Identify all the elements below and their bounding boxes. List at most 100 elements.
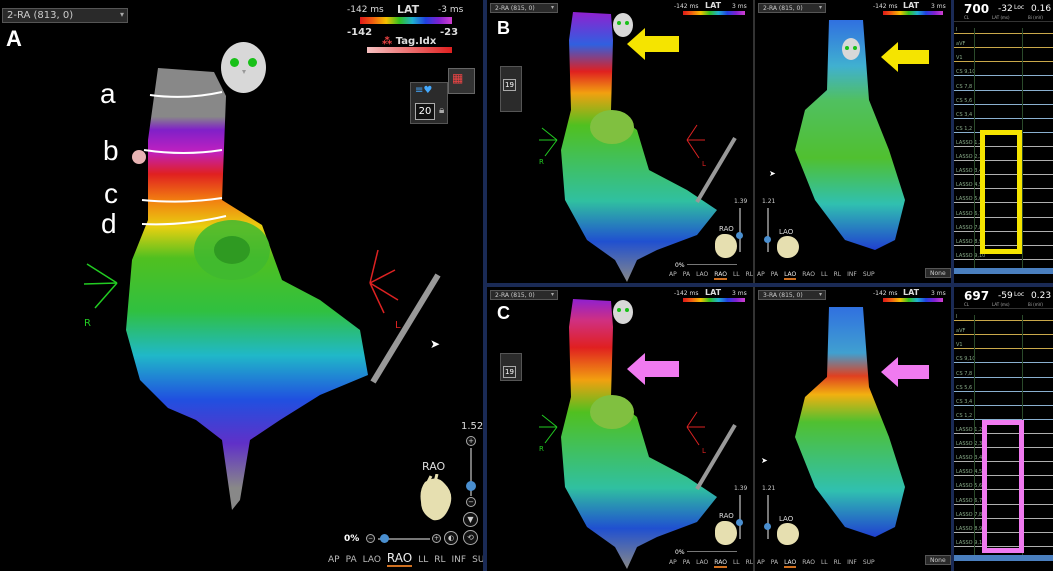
- zoom-value: 1.21: [762, 198, 776, 205]
- view-ll[interactable]: LL: [733, 271, 740, 278]
- egm-channel-label: LASSO 6,7: [956, 497, 983, 504]
- right-atrium-surface: [126, 68, 368, 510]
- mouse-cursor-icon: ➤: [761, 456, 768, 465]
- view-rao[interactable]: RAO: [714, 271, 727, 280]
- view-lao[interactable]: LAO: [784, 559, 797, 568]
- view-rl[interactable]: RL: [746, 559, 753, 566]
- view-pa[interactable]: PA: [683, 559, 690, 566]
- zoom-slider-track[interactable]: [739, 495, 741, 539]
- opacity-decrease-button[interactable]: −: [366, 534, 375, 543]
- egm-channel-label: LASSO 8,9: [956, 525, 983, 532]
- egm-channel-label: LASSO 2,3: [956, 154, 983, 161]
- panel-b-rao-map: 2-RA (815, 0) ▾ B -142 ms LAT 3 ms 19 R L…: [487, 0, 753, 283]
- view-rl[interactable]: RL: [834, 271, 842, 278]
- view-lao[interactable]: LAO: [363, 555, 381, 565]
- highlight-box-yellow: [980, 130, 1022, 254]
- none-label: None: [930, 270, 946, 277]
- view-lao[interactable]: LAO: [696, 559, 708, 566]
- egm-trace: [954, 376, 1053, 378]
- opacity-increase-button[interactable]: +: [432, 534, 441, 543]
- none-dropdown[interactable]: None: [925, 268, 951, 278]
- opacity-slider-track[interactable]: [687, 264, 737, 265]
- axis-r-glyph: [539, 414, 558, 444]
- egm-trace: [954, 117, 1053, 119]
- opacity-slider-track[interactable]: [687, 551, 737, 552]
- view-ll[interactable]: LL: [418, 555, 428, 565]
- view-rao[interactable]: RAO: [802, 559, 815, 566]
- view-pa[interactable]: PA: [683, 271, 690, 278]
- view-ll[interactable]: LL: [733, 559, 740, 566]
- view-ap[interactable]: AP: [328, 555, 340, 565]
- egm-header: 697 -59 Loc 0.23 CL LAT (ms) Bi (mV): [954, 287, 1053, 309]
- view-rao[interactable]: RAO: [714, 559, 727, 568]
- view-sup[interactable]: SUP: [863, 559, 875, 566]
- view-inf[interactable]: INF: [847, 271, 857, 278]
- opacity-slider-handle[interactable]: [380, 534, 389, 543]
- view-lao[interactable]: LAO: [784, 271, 797, 280]
- view-rl[interactable]: RL: [434, 555, 445, 565]
- rotate-down-button[interactable]: ▼: [463, 512, 478, 527]
- egm-channel-label: LASSO 9,10: [956, 539, 986, 546]
- zoom-slider-track[interactable]: [767, 208, 769, 252]
- view-ap[interactable]: AP: [669, 271, 677, 278]
- opacity-value: 0%: [675, 262, 685, 269]
- view-sup[interactable]: SUP: [863, 271, 875, 278]
- egm-trace: [954, 390, 1053, 392]
- mouse-cursor-icon: ➤: [769, 169, 776, 178]
- egm-channel-label: CS 5,6: [956, 97, 973, 104]
- egm-channel-label: LASSO 3,4: [956, 168, 983, 175]
- view-rao[interactable]: RAO: [386, 551, 413, 567]
- view-ll[interactable]: LL: [821, 559, 828, 566]
- zoom-slider-handle[interactable]: [466, 481, 476, 491]
- view-sup[interactable]: SUP: [472, 555, 483, 565]
- axis-r-label: R: [539, 445, 544, 453]
- view-nav-bar: APPALAORAOLLRLINFSUP: [669, 271, 753, 280]
- heart-orientation-icon: [777, 523, 799, 545]
- yellow-arrow-icon: [627, 28, 679, 60]
- view-ap[interactable]: AP: [757, 559, 765, 566]
- view-pa[interactable]: PA: [346, 555, 357, 565]
- view-lao[interactable]: LAO: [696, 271, 708, 278]
- view-orientation-label: RAO: [422, 460, 446, 473]
- view-ll[interactable]: LL: [821, 271, 828, 278]
- axis-l-label: L: [395, 320, 401, 331]
- egm-channel-label: LASSO 5,6: [956, 196, 983, 203]
- view-ap[interactable]: AP: [757, 271, 765, 278]
- heart-orientation-icon: [420, 474, 452, 521]
- view-pa[interactable]: PA: [771, 271, 778, 278]
- segment-label-b: b: [103, 135, 119, 166]
- view-pa[interactable]: PA: [771, 559, 778, 566]
- zoom-slider-handle[interactable]: [764, 236, 771, 243]
- egm-channel-label: CS 7,8: [956, 370, 973, 377]
- zoom-value: 1.21: [762, 485, 776, 492]
- heart-map-rao-c: [539, 299, 737, 569]
- cycle-length-value: 697: [964, 289, 990, 303]
- view-rl[interactable]: RL: [746, 271, 753, 278]
- wireframe-toggle-button[interactable]: ◐: [444, 531, 458, 545]
- rotate-button[interactable]: ⟲: [463, 530, 478, 545]
- egm-channel-label: CS 3,4: [956, 398, 973, 405]
- view-rl[interactable]: RL: [834, 559, 842, 566]
- heart-map-rao-b: [539, 12, 737, 282]
- view-inf[interactable]: INF: [847, 559, 857, 566]
- cl-sub-label: CL: [964, 302, 970, 307]
- view-rao[interactable]: RAO: [802, 271, 815, 278]
- axis-r-label: R: [84, 318, 91, 329]
- egm-trace: [954, 61, 1053, 63]
- view-inf[interactable]: INF: [452, 555, 467, 565]
- zoom-slider-handle[interactable]: [764, 523, 771, 530]
- zoom-slider-track[interactable]: [767, 495, 769, 539]
- zoom-out-button[interactable]: −: [466, 497, 476, 507]
- none-dropdown[interactable]: None: [925, 555, 951, 565]
- egm-trace: [954, 334, 1053, 336]
- zoom-slider-handle[interactable]: [736, 232, 743, 239]
- zoom-slider-track[interactable]: [739, 208, 741, 252]
- zoom-slider-handle[interactable]: [736, 519, 743, 526]
- egm-scrollbar[interactable]: [954, 555, 1053, 561]
- eye-icon: [625, 21, 629, 25]
- axis-l-label: L: [702, 447, 706, 455]
- zoom-in-button[interactable]: +: [466, 436, 476, 446]
- egm-scrollbar[interactable]: [954, 268, 1053, 274]
- view-ap[interactable]: AP: [669, 559, 677, 566]
- axis-l-glyph: [369, 249, 399, 314]
